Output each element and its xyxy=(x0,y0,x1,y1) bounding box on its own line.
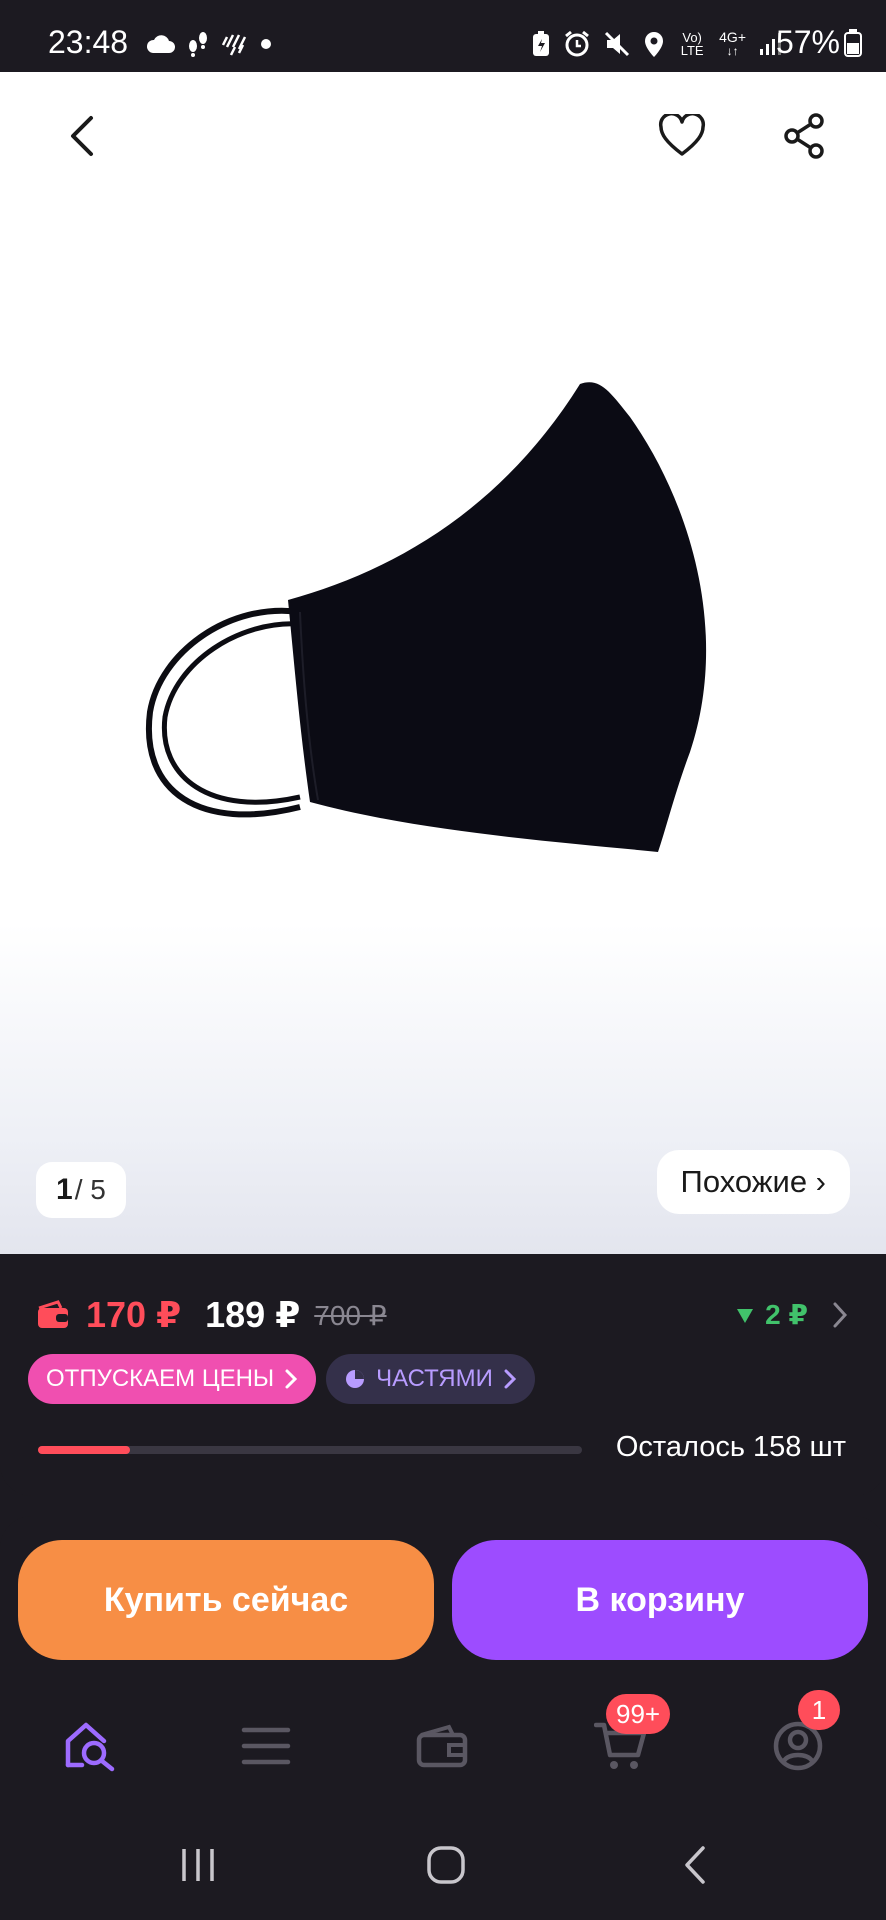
mute-icon xyxy=(603,30,631,58)
promo-pills: ОТПУСКАЕМ ЦЕНЫ ЧАСТЯМИ xyxy=(28,1354,535,1404)
back-button[interactable] xyxy=(54,108,110,164)
chevron-right-icon xyxy=(833,1302,848,1327)
catalog-menu-icon xyxy=(241,1727,291,1765)
arrow-down-icon xyxy=(737,1308,754,1323)
status-left-icons xyxy=(145,28,273,60)
volte-icon: Vo) LTE xyxy=(677,31,707,57)
system-nav-bar xyxy=(0,1806,886,1920)
wallet-price-icon xyxy=(36,1300,70,1330)
installments-pill[interactable]: ЧАСТЯМИ xyxy=(326,1354,535,1404)
recent-apps-icon xyxy=(182,1849,214,1881)
wallet-price: 170 ₽ xyxy=(86,1294,182,1335)
similar-label: Похожие › xyxy=(680,1164,826,1199)
network-type-label: 4G+ xyxy=(719,29,746,45)
alarm-icon xyxy=(563,30,591,58)
stock-progress-bar xyxy=(38,1446,582,1454)
system-back-button[interactable] xyxy=(666,1842,726,1888)
discount-pill-label: ОТПУСКАЕМ ЦЕНЫ xyxy=(46,1365,275,1392)
volte-label: Vo) LTE xyxy=(680,30,704,58)
price-row: 170 ₽ 189 ₽ 700 ₽ xyxy=(36,1290,387,1340)
add-to-cart-label: В корзину xyxy=(575,1580,745,1619)
chevron-right-icon xyxy=(285,1369,298,1389)
installments-pill-label: ЧАСТЯМИ xyxy=(376,1365,493,1392)
chevron-left-icon xyxy=(71,116,93,156)
battery-percent: 57% xyxy=(775,24,840,60)
battery-indicator: 57% xyxy=(776,24,862,61)
status-bar: 23:48 Vo) LTE 4G+ ↓↑ 57% xyxy=(0,0,886,72)
system-back-icon xyxy=(685,1846,705,1884)
weather-rain-icon xyxy=(221,31,249,57)
pie-chart-icon xyxy=(346,1370,365,1388)
battery-icon xyxy=(844,28,862,57)
home-search-icon xyxy=(65,1722,115,1772)
battery-saver-icon xyxy=(531,30,551,58)
bottom-nav: 99+ 1 xyxy=(0,1690,886,1800)
stock-remaining: Осталось 158 шт xyxy=(615,1431,846,1463)
network-type-icon: 4G+ ↓↑ xyxy=(719,29,746,58)
home-circle-icon xyxy=(427,1846,465,1884)
home-button[interactable] xyxy=(416,1842,476,1888)
cart-badge: 99+ xyxy=(606,1694,671,1734)
chevron-right-icon xyxy=(504,1369,516,1389)
price-drop-button[interactable]: 2 ₽ xyxy=(735,1298,850,1331)
nav-wallet[interactable] xyxy=(410,1714,474,1778)
nav-profile[interactable]: 1 xyxy=(766,1690,840,1778)
recent-apps-button[interactable] xyxy=(168,1842,228,1888)
buy-now-label: Купить сейчас xyxy=(103,1580,349,1619)
stock-progress-fill xyxy=(38,1446,131,1454)
price-panel: 170 ₽ 189 ₽ 700 ₽ 2 ₽ ОТПУСКАЕМ ЦЕНЫ ЧАС… xyxy=(0,1254,886,1496)
profile-badge: 1 xyxy=(798,1690,840,1730)
regular-price: 189 ₽ xyxy=(205,1294,301,1335)
image-counter: 1 / 5 xyxy=(36,1162,126,1218)
status-time: 23:48 xyxy=(48,24,129,60)
favorite-button[interactable] xyxy=(654,108,710,164)
product-image xyxy=(145,382,707,852)
nav-home[interactable] xyxy=(58,1714,122,1778)
image-counter-total: / 5 xyxy=(74,1174,106,1205)
wallet-icon xyxy=(416,1724,468,1768)
discount-pill[interactable]: ОТПУСКАЕМ ЦЕНЫ xyxy=(28,1354,317,1404)
dot-icon xyxy=(259,37,273,51)
steps-icon xyxy=(185,30,211,58)
similar-products-button[interactable]: Похожие › xyxy=(656,1150,850,1214)
add-to-cart-button[interactable]: В корзину xyxy=(452,1540,868,1660)
buy-now-button[interactable]: Купить сейчас xyxy=(18,1540,434,1660)
nav-catalog[interactable] xyxy=(234,1714,298,1778)
share-button[interactable] xyxy=(776,108,832,164)
old-price: 700 ₽ xyxy=(314,1299,387,1331)
status-right-icons: Vo) LTE 4G+ ↓↑ xyxy=(531,28,782,60)
nav-cart[interactable]: 99+ xyxy=(588,1694,671,1778)
image-counter-current: 1 xyxy=(56,1173,73,1206)
cloud-icon xyxy=(145,33,175,55)
share-icon xyxy=(784,113,824,159)
product-gallery[interactable]: 1 / 5 Похожие › xyxy=(0,72,886,1254)
app-screen: 23:48 Vo) LTE 4G+ ↓↑ 57% 1 / 5 Похожие ›… xyxy=(0,0,886,1920)
heart-icon xyxy=(658,114,706,156)
location-icon xyxy=(643,30,665,58)
price-drop-value: 2 ₽ xyxy=(765,1299,808,1330)
